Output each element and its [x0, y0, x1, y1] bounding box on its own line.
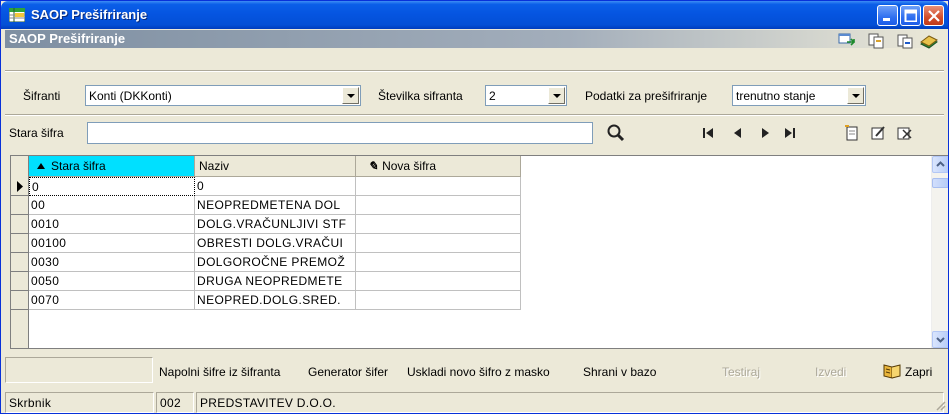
cell-stara-sifra[interactable]: 0010 — [29, 215, 195, 234]
resize-grip-icon[interactable] — [934, 399, 946, 411]
row-marker — [11, 272, 29, 291]
banner-title: SAOP Prešifriranje — [9, 31, 126, 46]
cell-nova-sifra[interactable] — [356, 272, 521, 291]
generator-sifer-button[interactable]: Generator šifer — [308, 365, 388, 379]
next-record-icon[interactable] — [754, 122, 776, 144]
column-header-naziv[interactable]: Naziv — [195, 156, 356, 177]
uskladi-sifro-button[interactable]: Uskladi novo šifro z masko — [407, 365, 550, 379]
status-user: Skrbnik — [5, 392, 154, 413]
cell-naziv[interactable]: DOLGOROČNE PREMOŽ — [195, 253, 356, 272]
stevilka-value: 2 — [489, 89, 496, 103]
chevron-down-icon[interactable] — [342, 87, 359, 104]
column-header-label: Nova šifra — [382, 159, 437, 173]
status-company: PREDSTAVITEV D.O.O. — [196, 392, 944, 413]
new-record-icon[interactable] — [841, 122, 863, 144]
cell-nova-sifra[interactable] — [356, 253, 521, 272]
cell-stara-sifra[interactable]: 0050 — [29, 272, 195, 291]
separator — [5, 70, 944, 72]
cell-naziv[interactable]: NEOPRED.DOLG.SRED. — [195, 291, 356, 310]
copy-records-icon[interactable] — [867, 32, 887, 50]
cell-naziv[interactable]: OBRESTI DOLG.VRAČUI — [195, 234, 356, 253]
edit-record-icon[interactable] — [867, 122, 889, 144]
cell-naziv[interactable]: NEOPREDMETENA DOL — [195, 196, 356, 215]
testiraj-button[interactable]: Testiraj — [722, 365, 760, 379]
cell-naziv[interactable]: 0 — [195, 177, 356, 196]
podatki-label: Podatki za prešifriranje — [585, 89, 708, 103]
column-header-stara-sifra[interactable]: Stara šifra — [29, 156, 195, 177]
column-header-label: Stara šifra — [51, 159, 106, 173]
stevilka-select[interactable]: 2 — [485, 85, 567, 106]
search-icon[interactable] — [605, 122, 627, 144]
podatki-select[interactable]: trenutno stanje — [732, 85, 866, 106]
current-row-pointer-icon — [11, 177, 29, 196]
close-icon — [928, 10, 940, 22]
row-marker — [11, 196, 29, 215]
close-door-icon[interactable] — [881, 362, 903, 380]
minimize-icon — [883, 18, 890, 21]
scroll-up-button[interactable] — [932, 156, 948, 173]
maximize-icon — [904, 9, 917, 22]
window-title: SAOP Prešifriranje — [31, 7, 148, 22]
row-marker — [11, 291, 29, 310]
column-header-label: Naziv — [199, 159, 230, 173]
previous-record-icon[interactable] — [727, 122, 749, 144]
main-window: SAOP Prešifriranje SAOP Prešifriranje Ši… — [0, 0, 949, 414]
izvedi-button[interactable]: Izvedi — [815, 365, 846, 379]
sort-ascending-icon — [37, 163, 45, 169]
minimize-button[interactable] — [877, 5, 898, 26]
pencil-icon: ✎ — [368, 159, 379, 173]
search-label: Stara šifra — [9, 126, 64, 140]
row-marker — [11, 253, 29, 272]
data-grid[interactable]: Stara šifra Naziv ✎ Nova šifra 0 0 00 NE… — [10, 155, 948, 349]
maximize-button[interactable] — [900, 5, 921, 26]
napolni-sifre-button[interactable]: Napolni šifre iz šifranta — [159, 365, 280, 379]
column-header-nova-sifra[interactable]: ✎ Nova šifra — [356, 156, 521, 177]
cell-stara-sifra[interactable]: 00100 — [29, 234, 195, 253]
stevilka-label: Številka sifranta — [378, 89, 463, 103]
chevron-up-icon — [936, 161, 945, 167]
cell-naziv[interactable]: DOLG.VRAČUNLJIVI STF — [195, 215, 356, 234]
chevron-down-icon — [936, 337, 945, 343]
cell-stara-sifra[interactable]: 0070 — [29, 291, 195, 310]
delete-record-icon[interactable] — [893, 122, 915, 144]
last-record-icon[interactable] — [779, 122, 801, 144]
sifranti-value: Konti (DKKonti) — [89, 89, 172, 103]
vertical-scrollbar[interactable] — [931, 156, 948, 348]
cell-nova-sifra[interactable] — [356, 234, 521, 253]
cell-nova-sifra[interactable] — [356, 291, 521, 310]
cell-nova-sifra[interactable] — [356, 177, 521, 196]
grid-app-icon — [9, 8, 25, 22]
podatki-value: trenutno stanje — [736, 89, 816, 103]
scroll-thumb[interactable] — [932, 178, 948, 188]
chevron-down-icon[interactable] — [847, 87, 864, 104]
stara-sifra-search-input[interactable] — [87, 122, 593, 144]
cell-stara-sifra[interactable]: 00 — [29, 196, 195, 215]
separator — [5, 114, 944, 116]
cell-stara-sifra[interactable]: 0 — [29, 177, 195, 196]
cell-nova-sifra[interactable] — [356, 215, 521, 234]
scroll-down-button[interactable] — [932, 331, 948, 348]
status-code: 002 — [156, 392, 194, 413]
close-button[interactable] — [923, 5, 944, 26]
cell-stara-sifra[interactable]: 0030 — [29, 253, 195, 272]
cell-nova-sifra[interactable] — [356, 196, 521, 215]
books-icon[interactable] — [919, 32, 939, 50]
cell-naziv[interactable]: DRUGA NEOPREDMETE — [195, 272, 356, 291]
paste-records-icon[interactable] — [895, 32, 915, 50]
action-bar-spacer — [5, 357, 153, 383]
sifranti-label: Šifranti — [23, 89, 61, 103]
grid-body: Stara šifra Naziv ✎ Nova šifra 0 0 00 NE… — [11, 156, 523, 348]
sifranti-select[interactable]: Konti (DKKonti) — [85, 85, 361, 106]
title-bar[interactable]: SAOP Prešifriranje — [1, 1, 948, 29]
shrani-v-bazo-button[interactable]: Shrani v bazo — [583, 365, 656, 379]
export-icon[interactable] — [837, 32, 857, 50]
chevron-down-icon[interactable] — [548, 87, 565, 104]
zapri-button[interactable]: Zapri — [905, 365, 932, 379]
row-marker — [11, 215, 29, 234]
row-marker — [11, 234, 29, 253]
first-record-icon[interactable] — [697, 122, 719, 144]
header-banner: SAOP Prešifriranje — [5, 30, 944, 48]
